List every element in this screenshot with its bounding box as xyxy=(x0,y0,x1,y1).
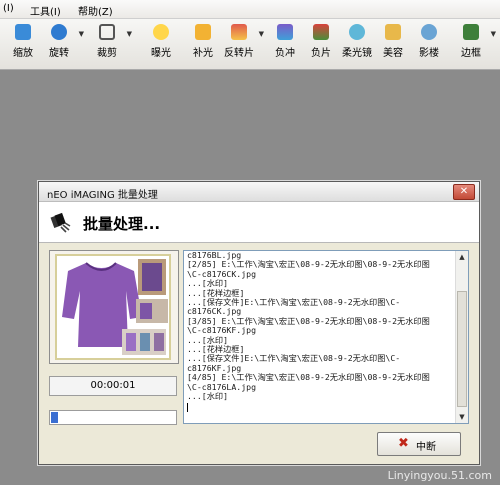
toolbar-fill-light-button[interactable]: 补光 xyxy=(184,22,222,66)
stop-button[interactable]: ✖ 中断 xyxy=(377,432,461,456)
studio-icon xyxy=(421,24,437,40)
menu-item-help[interactable]: 帮助(Z) xyxy=(78,3,113,18)
log-line: ...[水印] xyxy=(187,392,229,402)
cross-process-icon xyxy=(277,24,293,40)
toolbar-zoom-button[interactable]: 缩放 xyxy=(4,22,42,66)
negative-icon xyxy=(313,24,329,40)
dialog-title: nEO iMAGING 批量处理 xyxy=(47,190,158,201)
log-line: \C-c8176KF.jpg xyxy=(187,326,257,336)
log-line: [3/85] E:\工作\淘宝\宏正\08-9-2无水印图\08-9-2无水印图 xyxy=(187,316,430,326)
chevron-down-icon[interactable]: ▼ xyxy=(127,30,132,38)
log-scrollbar[interactable]: ▲ ▼ xyxy=(455,251,468,423)
toolbar-soft-focus-button[interactable]: 柔光镜 xyxy=(338,22,376,66)
log-line: ...[水印] xyxy=(187,335,229,345)
site-watermark: Linyingyou.51.com xyxy=(387,469,492,482)
dialog-titlebar[interactable]: nEO iMAGING 批量处理 ✕ xyxy=(39,182,479,202)
toolbar-exposure-button[interactable]: 曝光 xyxy=(142,22,180,66)
log-output[interactable]: c8176BL.jpg [2/85] E:\工作\淘宝\宏正\08-9-2无水印图… xyxy=(183,250,469,424)
toolbar-label: 影楼 xyxy=(419,48,439,59)
dialog-header: 批量处理... xyxy=(39,202,479,243)
stop-label: 中断 xyxy=(416,442,436,453)
elapsed-time: 00:00:01 xyxy=(49,376,177,396)
text-caret xyxy=(187,402,188,412)
toolbar-label: 负冲 xyxy=(275,48,295,59)
log-line: [2/85] E:\工作\淘宝\宏正\08-9-2无水印图\08-9-2无水印图 xyxy=(187,260,430,270)
preview-thumbnail xyxy=(49,250,179,364)
log-line: c8176CK.jpg xyxy=(187,307,242,317)
border-icon xyxy=(463,24,479,40)
menu-item-1[interactable]: (I) xyxy=(3,3,14,14)
toolbar-label: 反转片 xyxy=(224,48,254,59)
toolbar-label: 负片 xyxy=(311,48,331,59)
scroll-up-icon[interactable]: ▲ xyxy=(456,251,468,263)
toolbar-beauty-button[interactable]: 美容 xyxy=(374,22,412,66)
log-line: ...[花样边框] xyxy=(187,288,245,298)
toolbar-label: 边框 xyxy=(461,48,481,59)
dialog-heading: 批量处理... xyxy=(83,215,161,233)
log-line: ...[保存文件]E:\工作\淘宝\宏正\08-9-2无水印图\C- xyxy=(187,354,401,364)
close-button[interactable]: ✕ xyxy=(453,184,475,200)
toolbar-rotate-button[interactable]: 旋转 ▼ xyxy=(40,22,84,66)
progress-bar xyxy=(49,410,177,425)
toolbar: 缩放 旋转 ▼ 裁剪 ▼ 曝光 补光 反转片 ▼ 负冲 负片 柔光镜 美容 影楼… xyxy=(0,19,500,70)
chevron-down-icon[interactable]: ▼ xyxy=(79,30,84,38)
toolbar-label: 补光 xyxy=(193,48,213,59)
reversal-film-icon xyxy=(231,24,247,40)
toolbar-reversal-film-button[interactable]: 反转片 ▼ xyxy=(220,22,264,66)
crop-icon xyxy=(99,24,115,40)
menu-item-tools[interactable]: 工具(I) xyxy=(30,3,61,18)
toolbar-label: 裁剪 xyxy=(97,48,117,59)
toolbar-cross-process-button[interactable]: 负冲 xyxy=(266,22,304,66)
rotate-icon xyxy=(51,24,67,40)
toolbar-label: 美容 xyxy=(383,48,403,59)
log-line: \C-c8176CK.jpg xyxy=(187,269,257,279)
toolbar-negative-button[interactable]: 负片 xyxy=(302,22,340,66)
soft-focus-icon xyxy=(349,24,365,40)
log-lines: c8176BL.jpg [2/85] E:\工作\淘宝\宏正\08-9-2无水印图… xyxy=(187,251,457,412)
log-line: \C-c8176LA.jpg xyxy=(187,382,257,392)
chevron-down-icon[interactable]: ▼ xyxy=(259,30,264,38)
toolbar-crop-button[interactable]: 裁剪 ▼ xyxy=(88,22,132,66)
toolbar-label: 旋转 xyxy=(49,48,69,59)
log-line: ...[花样边框] xyxy=(187,345,245,355)
exposure-icon xyxy=(153,24,169,40)
toolbar-label: 缩放 xyxy=(13,48,33,59)
scrollbar-thumb[interactable] xyxy=(457,291,467,407)
toolbar-studio-button[interactable]: 影楼 xyxy=(410,22,448,66)
fill-light-icon xyxy=(195,24,211,40)
scroll-down-icon[interactable]: ▼ xyxy=(456,411,468,423)
log-line: c8176BL.jpg xyxy=(187,251,242,260)
close-icon: ✕ xyxy=(459,186,469,197)
log-line: ...[水印] xyxy=(187,279,229,289)
progress-fill xyxy=(51,412,58,423)
chevron-down-icon[interactable]: ▼ xyxy=(491,30,496,38)
batch-process-icon xyxy=(50,212,71,233)
toolbar-label: 柔光镜 xyxy=(342,48,372,59)
zoom-icon xyxy=(15,24,31,40)
log-line: ...[保存文件]E:\工作\淘宝\宏正\08-9-2无水印图\C- xyxy=(187,298,401,308)
log-line: [4/85] E:\工作\淘宝\宏正\08-9-2无水印图\08-9-2无水印图 xyxy=(187,373,430,383)
stop-icon: ✖ xyxy=(398,436,409,451)
menu-bar: (I) 工具(I) 帮助(Z) xyxy=(0,0,500,19)
batch-process-dialog: nEO iMAGING 批量处理 ✕ 批量处理... 00:00:01 c817… xyxy=(38,181,480,465)
log-line: c8176KF.jpg xyxy=(187,363,242,373)
toolbar-border-button[interactable]: 边框 ▼ xyxy=(452,22,496,66)
beauty-icon xyxy=(385,24,401,40)
toolbar-label: 曝光 xyxy=(151,48,171,59)
